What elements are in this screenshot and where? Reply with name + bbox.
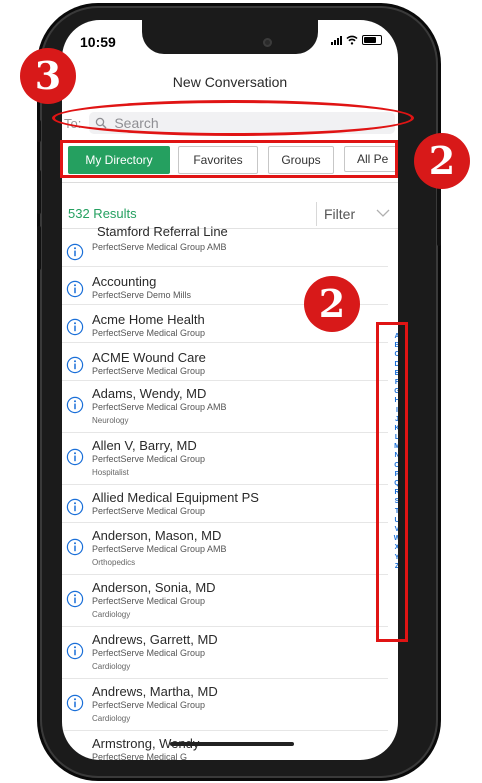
contact-org: PerfectServe Medical Group bbox=[92, 506, 206, 516]
contact-org: PerfectServe Medical Group AMB bbox=[92, 544, 227, 554]
contact-org: PerfectServe Medical Group bbox=[92, 700, 206, 710]
wifi-icon bbox=[346, 35, 358, 45]
info-icon[interactable] bbox=[66, 752, 84, 760]
filter-button[interactable]: Filter bbox=[324, 206, 355, 222]
tabs-highlight-box bbox=[60, 140, 398, 178]
phone-side-button-volume-down bbox=[37, 226, 41, 270]
contact-name: Andrews, Martha, MD bbox=[92, 684, 218, 699]
contact-name: Stamford Referral Line bbox=[97, 224, 228, 239]
contact-specialty: Cardiology bbox=[92, 714, 131, 723]
info-icon[interactable] bbox=[66, 694, 84, 712]
contact-name: Anderson, Mason, MD bbox=[92, 528, 222, 543]
chevron-down-icon[interactable] bbox=[376, 208, 390, 218]
alphabet-index-highlight-box bbox=[376, 322, 408, 642]
contact-name: Allied Medical Equipment PS bbox=[92, 490, 259, 505]
info-icon[interactable] bbox=[66, 538, 84, 556]
list-item[interactable]: Allen V, Barry, MD PerfectServe Medical … bbox=[62, 432, 388, 485]
contact-specialty: Hospitalist bbox=[92, 468, 129, 477]
list-item[interactable]: Anderson, Mason, MD PerfectServe Medical… bbox=[62, 522, 388, 575]
contact-name: ACME Wound Care bbox=[92, 350, 206, 365]
contact-name: Allen V, Barry, MD bbox=[92, 438, 197, 453]
contact-specialty: Cardiology bbox=[92, 662, 131, 671]
info-icon[interactable] bbox=[66, 396, 84, 414]
contact-org: PerfectServe Medical Group AMB bbox=[92, 402, 227, 412]
contact-org: PerfectServe Medical Group bbox=[92, 366, 206, 376]
list-item[interactable]: Anderson, Sonia, MD PerfectServe Medical… bbox=[62, 574, 388, 627]
callout-badge-tabs: 2 bbox=[414, 133, 470, 189]
list-item[interactable]: Allied Medical Equipment PS PerfectServe… bbox=[62, 484, 388, 523]
phone-side-button-volume-up bbox=[37, 170, 41, 214]
list-item[interactable]: ACME Wound Care PerfectServe Medical Gro… bbox=[62, 342, 388, 381]
contact-org: PerfectServe Medical Group bbox=[92, 648, 206, 658]
contact-org: PerfectServe Medical Group bbox=[92, 454, 206, 464]
results-count: 532 Results bbox=[68, 206, 137, 221]
contact-specialty: Orthopedics bbox=[92, 558, 136, 567]
status-icons bbox=[331, 35, 382, 45]
contact-name: Anderson, Sonia, MD bbox=[92, 580, 216, 595]
battery-icon bbox=[362, 35, 382, 45]
signal-icon bbox=[331, 35, 342, 45]
info-icon[interactable] bbox=[66, 318, 84, 336]
info-icon[interactable] bbox=[66, 590, 84, 608]
phone-side-button-silent bbox=[37, 120, 41, 142]
info-icon[interactable] bbox=[66, 498, 84, 516]
home-indicator[interactable] bbox=[170, 742, 294, 746]
contact-name: Adams, Wendy, MD bbox=[92, 386, 207, 401]
info-icon[interactable] bbox=[66, 642, 84, 660]
contact-org: PerfectServe Medical G bbox=[92, 752, 188, 760]
callout-badge-index: 2 bbox=[304, 276, 360, 332]
phone-notch bbox=[142, 20, 318, 54]
contact-name: Acme Home Health bbox=[92, 312, 205, 327]
contact-name: Accounting bbox=[92, 274, 157, 289]
status-time: 10:59 bbox=[80, 34, 116, 50]
search-highlight-ellipse bbox=[52, 100, 414, 136]
phone-side-button-power bbox=[437, 180, 441, 246]
info-icon[interactable] bbox=[66, 356, 84, 374]
info-icon[interactable] bbox=[66, 280, 84, 298]
page-title: New Conversation bbox=[172, 74, 288, 90]
list-item[interactable]: Andrews, Garrett, MD PerfectServe Medica… bbox=[62, 626, 388, 679]
contact-org: PerfectServe Demo Mills bbox=[92, 290, 192, 300]
contact-specialty: Neurology bbox=[92, 416, 129, 425]
list-item[interactable]: Adams, Wendy, MD PerfectServe Medical Gr… bbox=[62, 380, 388, 433]
info-icon[interactable] bbox=[66, 243, 84, 261]
contact-specialty: Cardiology bbox=[92, 610, 131, 619]
front-camera bbox=[263, 38, 272, 47]
contact-org: PerfectServe Medical Group AMB bbox=[92, 242, 227, 252]
contact-org: PerfectServe Medical Group bbox=[92, 328, 206, 338]
list-item[interactable]: Andrews, Martha, MD PerfectServe Medical… bbox=[62, 678, 388, 731]
contact-org: PerfectServe Medical Group bbox=[92, 596, 206, 606]
info-icon[interactable] bbox=[66, 448, 84, 466]
contact-name: Andrews, Garrett, MD bbox=[92, 632, 218, 647]
list-item[interactable]: Stamford Referral Line PerfectServe Medi… bbox=[62, 224, 388, 267]
callout-badge-search: 3 bbox=[20, 48, 76, 104]
filter-divider bbox=[316, 202, 317, 226]
